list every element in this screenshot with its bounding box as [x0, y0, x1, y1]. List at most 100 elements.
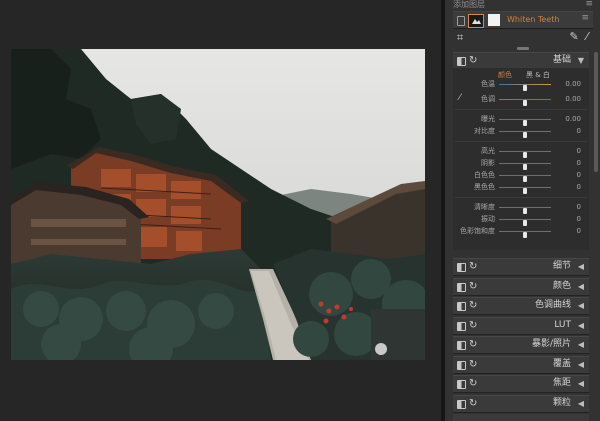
toggle-icon[interactable]: [457, 361, 466, 370]
reset-icon[interactable]: ↻: [469, 358, 477, 371]
reset-icon[interactable]: ↻: [469, 397, 477, 410]
chevron-left-icon[interactable]: ◀: [578, 358, 584, 371]
slider-label: 阴影: [481, 159, 495, 167]
slider-value: 0: [576, 183, 581, 191]
slider-knob[interactable]: [523, 85, 527, 91]
brush-tools[interactable]: ✎ ⁄: [569, 30, 590, 43]
toggle-icon[interactable]: [457, 57, 466, 66]
section-header[interactable]: ↻ LUT ◀: [453, 317, 589, 335]
slider-row[interactable]: 阴影 0: [453, 159, 589, 170]
slider-row[interactable]: 黑色色 0: [453, 183, 589, 194]
separator: [455, 109, 587, 110]
section-label: LUT: [554, 320, 571, 330]
section-label: 覆盖: [552, 359, 571, 369]
slider-label: 清晰度: [474, 203, 495, 211]
menu-icon[interactable]: ≡: [585, 0, 593, 9]
slider-track[interactable]: [499, 119, 551, 126]
panel-footer: [453, 414, 589, 421]
slider-knob[interactable]: [523, 100, 527, 106]
slider-row[interactable]: 清晰度 0: [453, 203, 589, 214]
section-header[interactable]: ↻ 覆盖 ◀: [453, 356, 589, 374]
slider-value: 0: [576, 159, 581, 167]
slider-row[interactable]: 色彩饱和度 0: [453, 227, 589, 238]
slider-label: 对比度: [474, 127, 495, 135]
chevron-left-icon[interactable]: ◀: [578, 299, 584, 312]
reset-icon[interactable]: ↻: [469, 280, 477, 293]
chevron-left-icon[interactable]: ◀: [578, 280, 584, 293]
slider-value: 0: [576, 127, 581, 135]
toggle-icon[interactable]: [457, 341, 466, 350]
slider-row[interactable]: 曝光 0.00: [453, 115, 589, 126]
section-label: 颜色: [552, 281, 571, 291]
slider-knob[interactable]: [523, 164, 527, 170]
chevron-left-icon[interactable]: ◀: [578, 319, 584, 332]
slider-label: 高光: [481, 147, 495, 155]
slider-track[interactable]: [499, 163, 551, 170]
tab-color[interactable]: 颜色: [498, 70, 512, 80]
reset-icon[interactable]: ↻: [469, 319, 477, 332]
chevron-down-icon[interactable]: ▼: [578, 54, 584, 67]
slider-knob[interactable]: [523, 176, 527, 182]
adjustment-panel: 添加图层 ≡ Whiten Teeth ≡ ⌗ ✎ ⁄ ↻ 基础 ▼ 颜色 黑 …: [445, 0, 600, 421]
section-header[interactable]: ↻ 暴影/照片 ◀: [453, 336, 589, 354]
slider-track[interactable]: [499, 187, 551, 194]
slider-row[interactable]: 振动 0: [453, 215, 589, 226]
crop-icon[interactable]: ⌗: [457, 31, 463, 45]
slider-track[interactable]: [499, 219, 551, 226]
slider-knob[interactable]: [523, 188, 527, 194]
slider-knob[interactable]: [523, 152, 527, 158]
slider-row[interactable]: 色调 0.00: [453, 95, 589, 106]
chevron-left-icon[interactable]: ◀: [578, 338, 584, 351]
slider-value: 0.00: [565, 80, 581, 88]
reset-icon[interactable]: ↻: [469, 299, 477, 312]
toggle-icon[interactable]: [457, 400, 466, 409]
slider-row[interactable]: 色温 0.00: [453, 80, 589, 91]
slider-value: 0: [576, 147, 581, 155]
section-label: 暴影/照片: [531, 339, 571, 349]
slider-track[interactable]: [499, 84, 551, 91]
reset-icon[interactable]: ↻: [469, 54, 477, 67]
layer-menu-icon[interactable]: ≡: [581, 13, 589, 23]
slider-label: 曝光: [481, 115, 495, 123]
slider-track[interactable]: [499, 151, 551, 158]
chevron-left-icon[interactable]: ◀: [578, 397, 584, 410]
toggle-icon[interactable]: [457, 302, 466, 311]
toggle-icon[interactable]: [457, 263, 466, 272]
visibility-icon[interactable]: [457, 16, 465, 26]
slider-track[interactable]: [499, 99, 551, 106]
section-header[interactable]: ↻ 颗粒 ◀: [453, 395, 589, 413]
section-label: 细节: [552, 261, 571, 271]
section-header[interactable]: ↻ 色调曲线 ◀: [453, 297, 589, 315]
tab-black-white[interactable]: 黑 & 白: [526, 70, 550, 80]
layer-mask-thumbnail: [488, 14, 500, 26]
toggle-icon[interactable]: [457, 380, 466, 389]
drag-handle[interactable]: [517, 47, 529, 50]
slider-knob[interactable]: [523, 120, 527, 126]
section-header[interactable]: ↻ 细节 ◀: [453, 258, 589, 276]
slider-knob[interactable]: [523, 220, 527, 226]
section-header[interactable]: ↻ 颜色 ◀: [453, 278, 589, 296]
slider-track[interactable]: [499, 231, 551, 238]
slider-value: 0: [576, 227, 581, 235]
slider-row[interactable]: 高光 0: [453, 147, 589, 158]
slider-knob[interactable]: [523, 132, 527, 138]
slider-track[interactable]: [499, 175, 551, 182]
reset-icon[interactable]: ↻: [469, 338, 477, 351]
slider-value: 0.00: [565, 115, 581, 123]
chevron-left-icon[interactable]: ◀: [578, 260, 584, 273]
layer-row[interactable]: Whiten Teeth ≡: [453, 11, 593, 29]
slider-track[interactable]: [499, 131, 551, 138]
reset-icon[interactable]: ↻: [469, 377, 477, 390]
slider-track[interactable]: [499, 207, 551, 214]
scrollbar[interactable]: [594, 52, 598, 172]
reset-icon[interactable]: ↻: [469, 260, 477, 273]
slider-knob[interactable]: [523, 208, 527, 214]
chevron-left-icon[interactable]: ◀: [578, 377, 584, 390]
section-header[interactable]: ↻ 焦距 ◀: [453, 375, 589, 393]
toggle-icon[interactable]: [457, 283, 466, 292]
toggle-icon[interactable]: [457, 322, 466, 331]
photo-preview[interactable]: [11, 49, 425, 360]
slider-row[interactable]: 对比度 0: [453, 127, 589, 138]
slider-knob[interactable]: [523, 232, 527, 238]
slider-row[interactable]: 白色色 0: [453, 171, 589, 182]
